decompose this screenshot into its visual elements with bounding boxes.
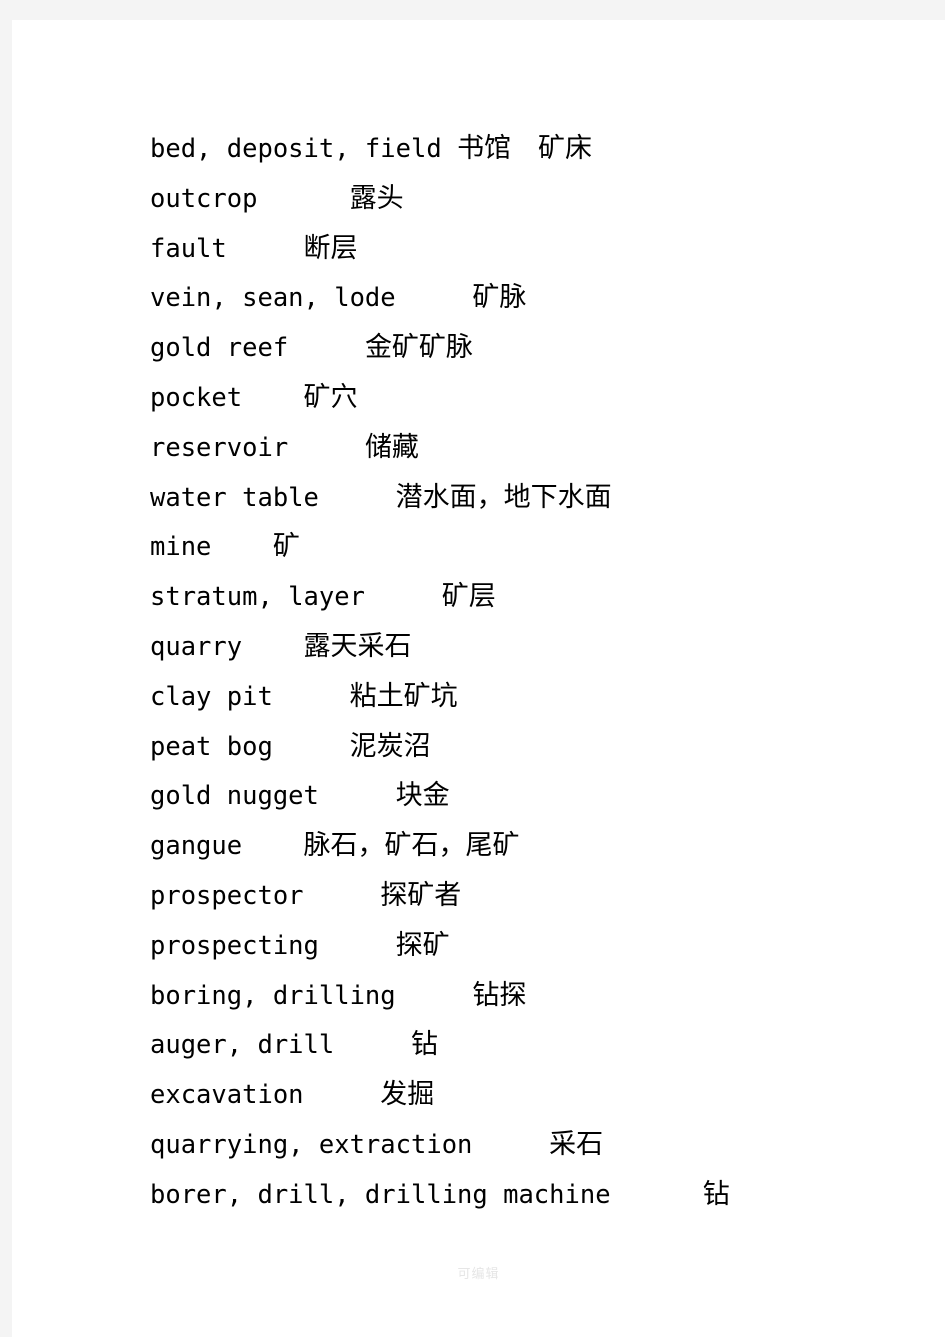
glossary-column-gap: [242, 374, 303, 424]
glossary-term-en: bed, deposit, field: [150, 134, 442, 164]
glossary-column-gap: [257, 175, 349, 225]
glossary-entry: quarrying, extraction 采石: [150, 1120, 920, 1170]
glossary-entry: stratum, layer 矿层: [150, 572, 920, 622]
glossary-term-zh: 钻探: [472, 979, 527, 1011]
glossary-entry: pocket 矿穴: [150, 373, 920, 423]
glossary-term-en: quarry: [150, 631, 243, 662]
glossary-entry: boring, drilling 钻探: [150, 971, 920, 1021]
glossary-term-zh: 矿脉: [472, 282, 527, 314]
glossary-entry: peat bog 泥炭沼: [150, 722, 920, 772]
glossary-entry: prospecting 探矿: [150, 921, 920, 971]
glossary-term-en: borer, drill, drilling machine: [150, 1179, 611, 1210]
glossary-column-gap: [319, 474, 396, 524]
glossary-entry: excavation 发掘: [150, 1070, 920, 1120]
glossary-term-zh: 金矿矿脉: [364, 332, 473, 364]
glossary-term-en: boring, drilling: [150, 980, 396, 1011]
glossary-term-zh: 断层: [303, 232, 358, 264]
glossary-term-en: water table: [150, 482, 319, 513]
glossary-term-zh: 钻: [411, 1029, 438, 1061]
glossary-term-en: stratum, layer: [150, 582, 365, 613]
glossary-column-gap: [611, 1171, 703, 1221]
glossary-term-zh: 矿: [272, 531, 300, 563]
glossary-term-en: pocket: [150, 382, 243, 413]
glossary-term-zh: 探矿: [395, 929, 450, 961]
glossary-term-en: fault: [150, 233, 227, 264]
page-canvas: bed, deposit, field 书馆 矿床 outcrop 露头 fault…: [0, 0, 945, 1337]
glossary-term-zh: 书馆 矿床: [457, 133, 593, 164]
document-page: bed, deposit, field 书馆 矿床 outcrop 露头 fault…: [12, 20, 945, 1337]
glossary-column-gap: [273, 723, 350, 773]
glossary-column-gap: [288, 324, 365, 374]
glossary-entry: quarry 露天采石: [150, 622, 920, 672]
glossary-term-en: peat bog: [150, 731, 273, 762]
glossary-entry: gold nugget 块金: [150, 771, 920, 821]
glossary-entry: water table 潜水面，地下水面: [150, 473, 920, 523]
glossary-column-gap: [396, 274, 473, 324]
glossary-term-en: outcrop: [150, 183, 258, 214]
glossary-column-gap: [396, 972, 473, 1022]
glossary-term-en: auger, drill: [150, 1030, 335, 1061]
glossary-term-zh: 钻: [702, 1178, 730, 1210]
glossary-column-gap: [304, 1071, 381, 1121]
glossary-term-en: mine: [150, 532, 212, 563]
glossary-entry: outcrop 露头: [150, 174, 920, 224]
glossary-column-gap: [242, 822, 303, 872]
glossary-term-zh: 探矿者: [380, 879, 462, 911]
glossary-term-zh: 露天采石: [303, 630, 412, 662]
glossary-term-zh: 泥炭沼: [349, 730, 431, 762]
glossary-term-zh: 潜水面，地下水面: [395, 481, 612, 513]
glossary-term-zh: 采石: [549, 1128, 604, 1160]
glossary-entry: clay pit 粘土矿坑: [150, 672, 920, 722]
glossary-entry: bed, deposit, field 书馆 矿床: [150, 124, 920, 174]
glossary-entry: gangue 脉石，矿石，尾矿: [150, 821, 920, 871]
glossary-column-gap: [319, 772, 396, 822]
glossary-column-gap: [211, 523, 272, 573]
glossary-term-en: vein, sean, lode: [150, 283, 396, 314]
glossary-term-en: gold nugget: [150, 781, 319, 812]
glossary-column-gap: [273, 673, 350, 723]
glossary-term-zh: 发掘: [380, 1079, 435, 1111]
glossary-term-zh: 块金: [395, 780, 450, 812]
glossary-term-en: prospecting: [150, 930, 319, 961]
glossary-term-en: clay pit: [150, 681, 273, 712]
glossary-entry: prospector 探矿者: [150, 871, 920, 921]
glossary-list: bed, deposit, field 书馆 矿床 outcrop 露头 fault…: [150, 124, 920, 1220]
glossary-column-gap: [288, 424, 365, 474]
glossary-entry: fault 断层: [150, 224, 920, 274]
glossary-term-zh: 粘土矿坑: [349, 680, 458, 712]
glossary-term-zh: 储藏: [364, 431, 419, 463]
glossary-term-zh: 脉石，矿石，尾矿: [303, 830, 520, 862]
page-watermark: 可编辑: [457, 1267, 500, 1282]
glossary-term-zh: 矿层: [441, 581, 496, 613]
glossary-entry: mine 矿: [150, 522, 920, 572]
glossary-column-gap: [227, 225, 304, 275]
glossary-column-gap: [319, 922, 396, 972]
glossary-column-gap: [472, 1121, 549, 1171]
glossary-column-gap: [334, 1021, 411, 1071]
glossary-term-en: gold reef: [150, 333, 289, 364]
glossary-entry: borer, drill, drilling machine 钻: [150, 1170, 920, 1220]
glossary-entry: gold reef 金矿矿脉: [150, 323, 920, 373]
glossary-column-gap: [304, 872, 381, 922]
glossary-term-en: excavation: [150, 1080, 304, 1111]
glossary-entry: reservoir 储藏: [150, 423, 920, 473]
glossary-term-en: prospector: [150, 880, 304, 911]
glossary-term-zh: 露头: [349, 182, 404, 214]
glossary-column-gap: [242, 623, 303, 673]
glossary-term-en: reservoir: [150, 432, 289, 463]
glossary-entry: auger, drill 钻: [150, 1020, 920, 1070]
glossary-entry: vein, sean, lode 矿脉: [150, 273, 920, 323]
glossary-term-en: quarrying, extraction: [150, 1129, 473, 1160]
glossary-column-gap: [442, 125, 457, 175]
glossary-column-gap: [365, 573, 442, 623]
glossary-term-en: gangue: [150, 831, 243, 862]
glossary-term-zh: 矿穴: [303, 381, 358, 413]
